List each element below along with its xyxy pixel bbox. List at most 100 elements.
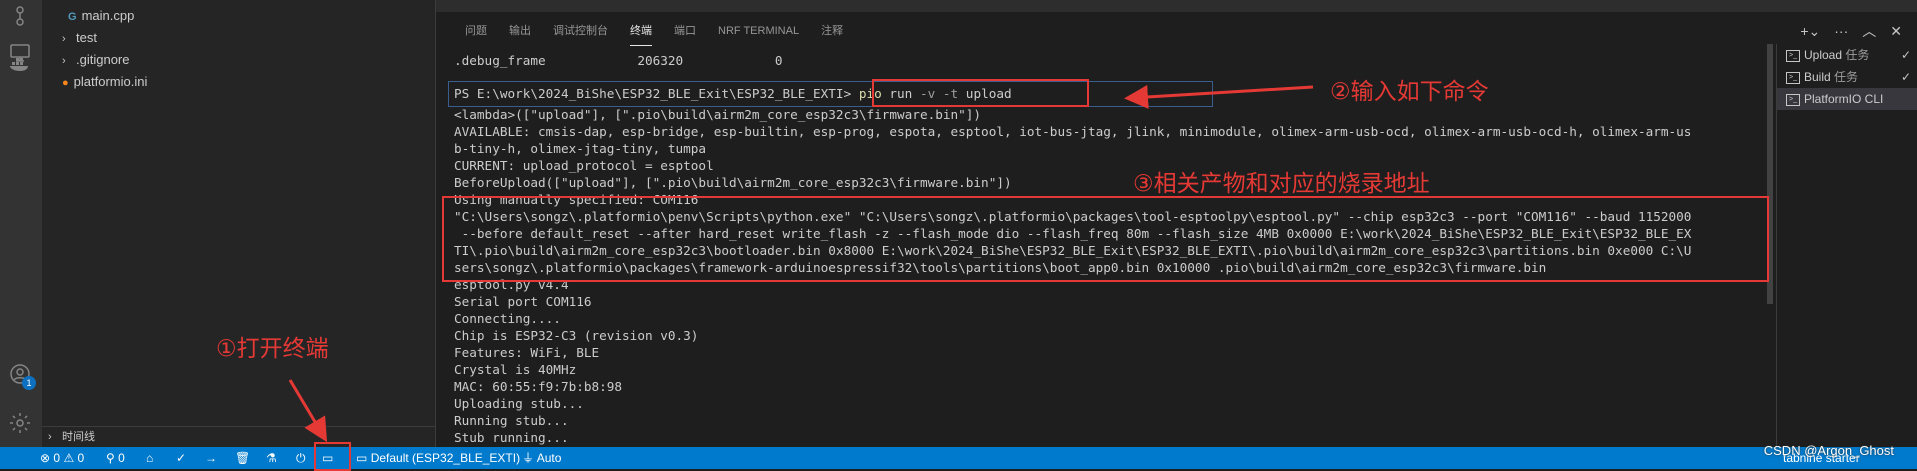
annotation-step2: ②输入如下命令 <box>1330 79 1489 105</box>
annotation-step1: ①打开终端 <box>216 336 329 362</box>
terminal-list-suffix: 任务 <box>1834 70 1859 84</box>
platformio-home-icon[interactable]: ⌂ <box>146 447 153 469</box>
settings-gear-icon[interactable] <box>7 410 33 436</box>
more-actions-icon[interactable]: ··· <box>1834 20 1848 42</box>
environment-selector[interactable]: ▭ Default (ESP32_BLE_EXTI) <box>356 447 520 469</box>
tree-item-label: platformio.ini <box>73 74 148 89</box>
problems-status[interactable]: ⊗ 0 ⚠ 0 <box>40 447 84 469</box>
terminal-cmd-flags: -v -t <box>919 86 959 101</box>
terminal-line: CURRENT: upload_protocol = esptool <box>454 158 714 173</box>
platformio-clean-icon[interactable]: 🗑 <box>235 447 250 469</box>
platformio-file-icon: ● <box>62 77 69 89</box>
error-count: 0 <box>53 451 61 465</box>
tree-item-label: test <box>76 30 97 45</box>
terminal-line: "C:\Users\songz\.platformio\penv\Scripts… <box>454 209 1692 224</box>
tab-terminal[interactable]: 终端 <box>619 20 663 46</box>
terminal-icon: >_ <box>1786 71 1800 84</box>
chevron-right-icon: › <box>62 55 66 67</box>
terminal-scrollbar[interactable] <box>1767 44 1773 304</box>
terminal-line: b-tiny-h, olimex-jtag-tiny, tumpa <box>454 141 707 156</box>
terminal-prompt: PS E:\work\2024_BiShe\ESP32_BLE_Exit\ESP… <box>454 86 859 101</box>
terminal-line: Chip is ESP32-C3 (revision v0.3) <box>454 328 699 343</box>
accounts-badge: 1 <box>22 376 36 390</box>
antenna-icon: ⚲ <box>106 451 115 465</box>
source-control-icon[interactable] <box>7 3 33 29</box>
port-auto-label: Auto <box>536 451 562 465</box>
environment-label: Default (ESP32_BLE_EXTI) <box>370 451 521 465</box>
terminal-line: Using manually specified: COM116 <box>454 192 699 207</box>
watermark: CSDN @Argon_Ghost <box>1763 443 1894 458</box>
terminal-line: Uploading stub... <box>454 396 584 411</box>
annotation-step3: ③相关产物和对应的烧录地址 <box>1133 171 1430 197</box>
terminal-line: MAC: 60:55:f9:7b:b8:98 <box>454 379 623 394</box>
platformio-terminal-icon[interactable]: ▭ <box>322 447 333 469</box>
warning-count: 0 <box>77 451 85 465</box>
terminal-list-item-upload[interactable]: >_ Upload 任务 ✓ <box>1777 44 1917 66</box>
terminal-icon: >_ <box>1786 93 1800 106</box>
tab-output[interactable]: 输出 <box>498 20 542 42</box>
cpp-file-icon: G <box>68 11 77 23</box>
tree-item-label: .gitignore <box>76 52 130 67</box>
error-icon: ⊗ <box>40 451 51 465</box>
bottom-panel: 问题 输出 调试控制台 终端 端口 NRF TERMINAL 注释 +⌄ ···… <box>435 0 1917 447</box>
terminal-list-label: Build <box>1804 70 1831 84</box>
tab-problems[interactable]: 问题 <box>454 20 498 42</box>
tab-debug-console[interactable]: 调试控制台 <box>542 20 619 42</box>
terminal-line: Running stub... <box>454 413 569 428</box>
tab-comments[interactable]: 注释 <box>810 20 854 42</box>
tab-ports[interactable]: 端口 <box>663 20 707 42</box>
tree-item-gitignore[interactable]: › .gitignore <box>62 50 129 70</box>
tree-item-platformio-ini[interactable]: ● platformio.ini <box>62 72 147 92</box>
tree-item-main-cpp[interactable]: Gmain.cpp <box>68 6 134 26</box>
platformio-test-icon[interactable]: ⚗ <box>266 447 277 469</box>
terminal-cmd: pio <box>858 86 882 101</box>
panel-tabs: 问题 输出 调试控制台 终端 端口 NRF TERMINAL 注释 <box>454 20 854 46</box>
terminal-list-label: PlatformIO CLI <box>1804 92 1884 106</box>
terminal-line: BeforeUpload(["upload"], [".pio\build\ai… <box>454 175 1012 190</box>
terminal-line: .debug_frame 206320 0 <box>454 53 783 68</box>
terminal-line: Serial port COM116 <box>454 294 592 309</box>
terminal-line: AVAILABLE: cmsis-dap, esp-bridge, esp-bu… <box>454 124 1692 139</box>
terminal-line: Stub running... <box>454 430 569 445</box>
plug-icon: ⏚ <box>522 451 535 465</box>
terminal-cmd-target: upload <box>958 86 1012 101</box>
new-terminal-plus-icon[interactable]: +⌄ <box>1800 20 1820 42</box>
platformio-build-icon[interactable]: ✓ <box>176 447 186 469</box>
chevron-right-icon: › <box>62 33 66 45</box>
status-bar: ⊗ 0 ⚠ 0 ⚲ 0 ⌂ ✓ → 🗑 ⚗ ⏻ ▭ ▭ Default (ESP… <box>0 447 1917 469</box>
tab-nrf-terminal[interactable]: NRF TERMINAL <box>707 20 810 42</box>
terminal-line: Connecting.... <box>454 311 561 326</box>
docker-icon[interactable] <box>7 50 33 76</box>
timeline-section[interactable]: › 时间线 <box>42 426 435 447</box>
terminal-line: TI\.pio\build\airm2m_core_esp32c3\bootlo… <box>454 243 1692 258</box>
explorer-sidebar: Gmain.cpp › test › .gitignore ● platformio.… <box>42 0 435 447</box>
terminal-line: sers\songz\.platformio\packages\framewor… <box>454 260 1547 275</box>
ports-status[interactable]: ⚲ 0 <box>106 447 125 469</box>
maximize-panel-icon[interactable]: ︿ <box>1862 20 1876 42</box>
close-panel-icon[interactable]: ✕ <box>1890 20 1902 42</box>
check-icon: ✓ <box>1900 48 1911 62</box>
terminal-line: --before default_reset --after hard_rese… <box>454 226 1692 241</box>
terminal-cmd-args: run <box>881 86 920 101</box>
terminal-list-item-platformio-cli[interactable]: >_ PlatformIO CLI <box>1777 88 1917 110</box>
terminal-list-item-build[interactable]: >_ Build 任务 ✓ <box>1777 66 1917 88</box>
terminal-line: esptool.py v4.4 <box>454 277 569 292</box>
editor-area-strip <box>436 0 1917 12</box>
platformio-upload-icon[interactable]: → <box>205 447 217 469</box>
panel-actions: +⌄ ··· ︿ ✕ <box>1800 20 1902 42</box>
platformio-serial-monitor-icon[interactable]: ⏻ <box>296 447 306 469</box>
check-icon: ✓ <box>1900 70 1911 84</box>
activity-bar: 1 <box>0 0 42 447</box>
terminal-list-label: Upload <box>1804 48 1843 62</box>
folder-icon: ▭ <box>356 451 368 465</box>
chevron-right-icon: › <box>48 431 52 443</box>
port-auto-selector[interactable]: ⏚ Auto <box>522 447 561 469</box>
tree-item-label: main.cpp <box>81 8 135 23</box>
terminal-line: Features: WiFi, BLE <box>454 345 600 360</box>
tree-item-test-folder[interactable]: › test <box>62 28 97 48</box>
terminal-prompt-line: PS E:\work\2024_BiShe\ESP32_BLE_Exit\ESP… <box>454 85 1012 102</box>
terminal-list: >_ Upload 任务 ✓ >_ Build 任务 ✓ >_ PlatformIO … <box>1776 44 1917 446</box>
timeline-label: 时间线 <box>62 431 95 443</box>
warning-icon: ⚠ <box>63 451 75 465</box>
terminal-list-suffix: 任务 <box>1845 48 1870 62</box>
